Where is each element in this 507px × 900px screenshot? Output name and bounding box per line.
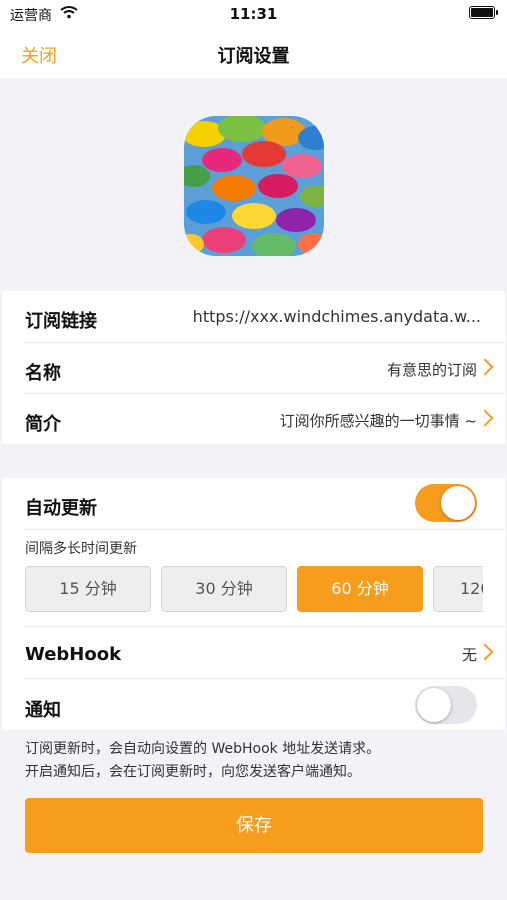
auto-update-label: 自动更新 xyxy=(25,498,97,519)
toggle-knob xyxy=(441,486,475,520)
interval-option-60[interactable]: 60 分钟 xyxy=(297,566,423,612)
intro-label: 简介 xyxy=(25,414,61,435)
chevron-right-icon xyxy=(476,409,494,427)
footnote-line: 开启通知后，会在订阅更新时，向您发送客户端通知。 xyxy=(25,764,361,780)
interval-option-15[interactable]: 15 分钟 xyxy=(25,566,151,612)
footnote: 订阅更新时，会自动向设置的 WebHook 地址发送请求。 开启通知后，会在订阅… xyxy=(25,738,380,784)
name-label: 名称 xyxy=(25,363,61,384)
webhook-label: WebHook xyxy=(25,644,122,665)
link-row[interactable]: 订阅链接 https://xxx.windchimes.anydata.w... xyxy=(2,291,505,343)
divider xyxy=(25,626,505,627)
update-section: 自动更新 间隔多长时间更新 15 分钟 30 分钟 60 分钟 120 分钟 W… xyxy=(2,478,505,730)
notify-label: 通知 xyxy=(25,700,61,721)
clock: 11:31 xyxy=(229,5,278,23)
intro-value: 订阅你所感兴趣的一切事情 ~ xyxy=(279,412,477,430)
interval-option-120[interactable]: 120 分钟 xyxy=(433,566,483,612)
subscription-cover-image[interactable] xyxy=(184,116,324,256)
link-value: https://xxx.windchimes.anydata.w... xyxy=(192,307,481,326)
chevron-right-icon xyxy=(476,643,494,661)
page-title: 订阅设置 xyxy=(217,46,290,67)
interval-options: 15 分钟 30 分钟 60 分钟 120 分钟 xyxy=(25,566,483,614)
notify-toggle[interactable] xyxy=(415,686,477,724)
webhook-value: 无 xyxy=(461,646,477,664)
notify-row: 通知 xyxy=(2,680,505,732)
name-value: 有意思的订阅 xyxy=(386,361,477,379)
info-section: 订阅链接 https://xxx.windchimes.anydata.w...… xyxy=(2,291,505,444)
chevron-right-icon xyxy=(476,358,494,376)
navigation-bar: 关闭 订阅设置 xyxy=(0,28,507,78)
battery-icon xyxy=(469,6,498,19)
name-row[interactable]: 名称 有意思的订阅 xyxy=(2,343,505,395)
intro-row[interactable]: 简介 订阅你所感兴趣的一切事情 ~ xyxy=(2,394,505,446)
webhook-row[interactable]: WebHook 无 xyxy=(2,628,505,680)
divider xyxy=(25,529,505,530)
toggle-knob xyxy=(417,688,451,722)
auto-update-toggle[interactable] xyxy=(415,484,477,522)
status-bar: 运营商 11:31 xyxy=(0,0,507,28)
interval-option-30[interactable]: 30 分钟 xyxy=(161,566,287,612)
save-button[interactable]: 保存 xyxy=(25,798,483,853)
link-label: 订阅链接 xyxy=(25,311,97,332)
interval-label: 间隔多长时间更新 xyxy=(25,541,137,557)
divider xyxy=(25,678,505,679)
auto-update-row: 自动更新 xyxy=(2,478,505,530)
footnote-line: 订阅更新时，会自动向设置的 WebHook 地址发送请求。 xyxy=(25,741,381,757)
